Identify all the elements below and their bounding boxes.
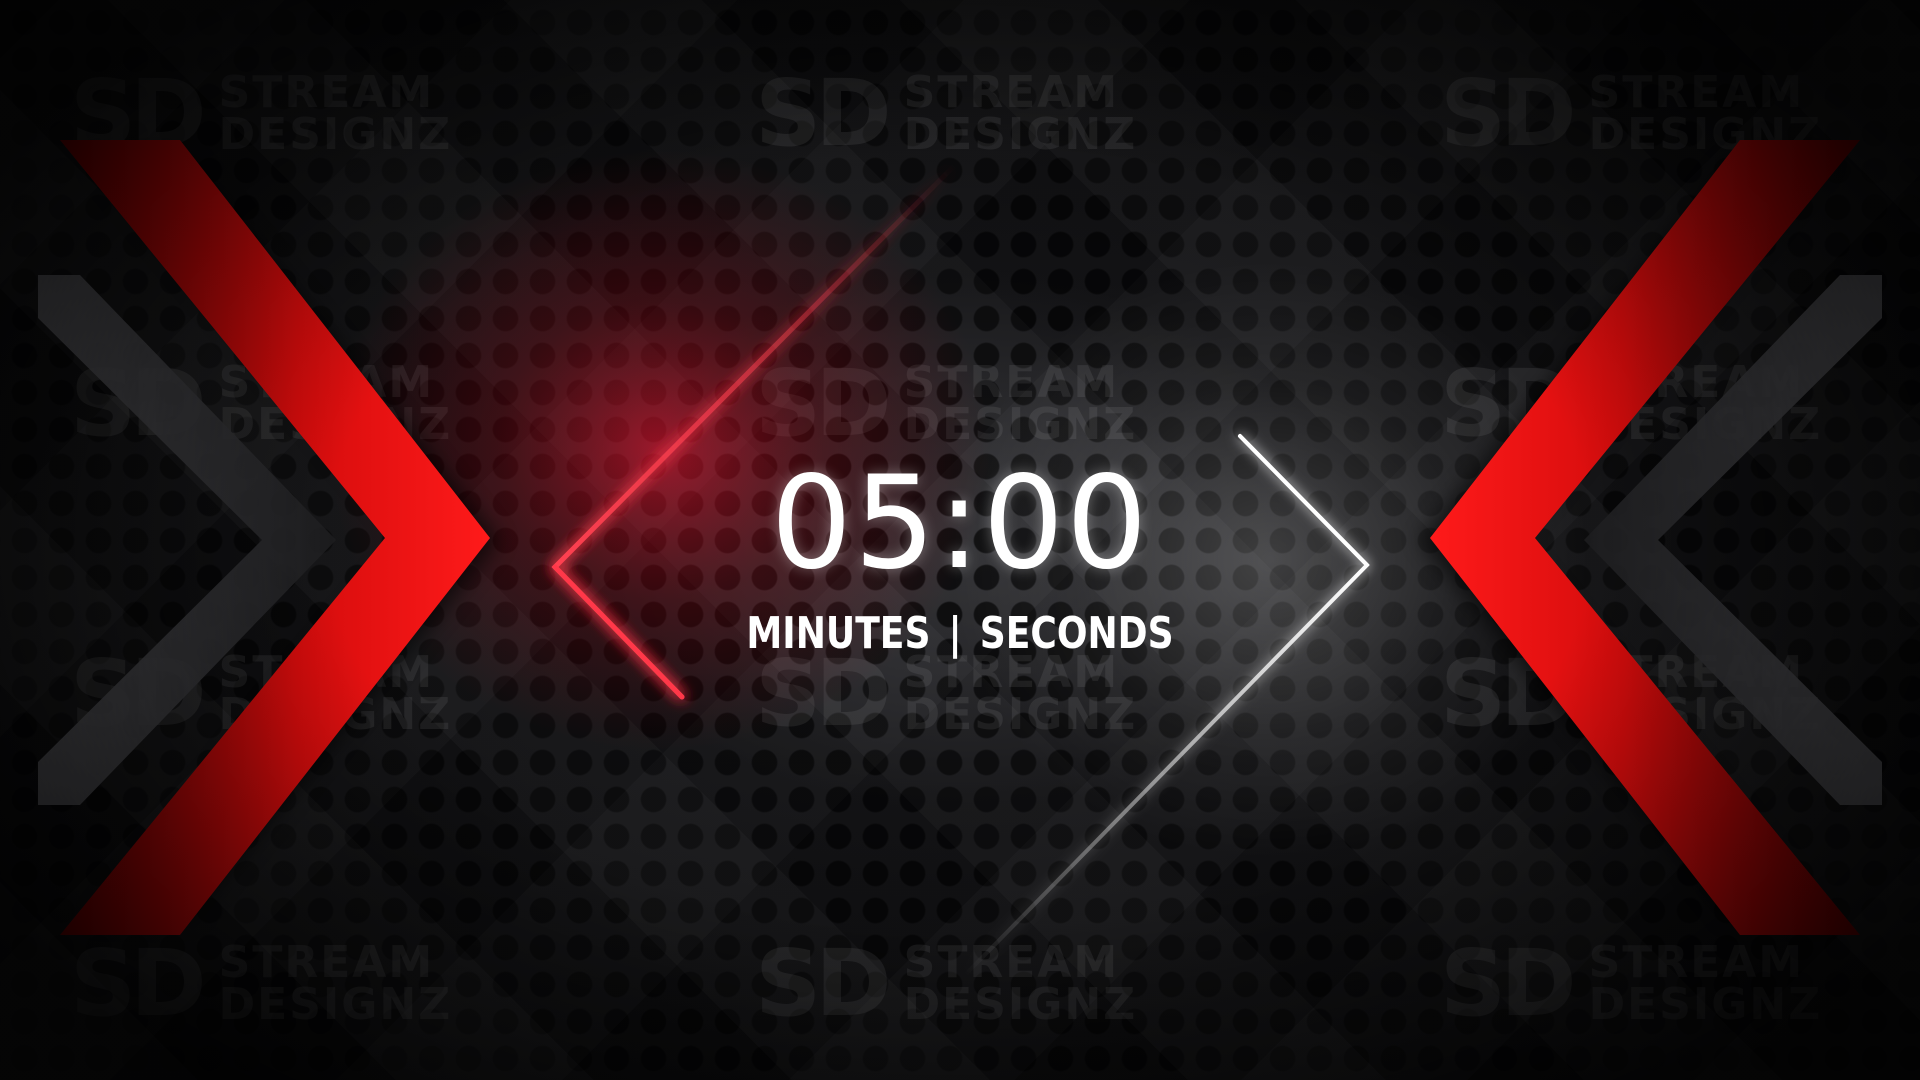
- seconds-label: SECONDS: [979, 608, 1174, 659]
- timer-value: 05:00: [770, 449, 1150, 598]
- timer-separator: |: [948, 608, 962, 659]
- minutes-label: MINUTES: [746, 608, 931, 659]
- stream-overlay-canvas: SD STREAMDESIGNZ SD STREAMDESIGNZ SD STR…: [0, 0, 1920, 1080]
- timer-labels: MINUTES | SECONDS: [714, 608, 1206, 659]
- countdown-timer: 05:00 MINUTES | SECONDS: [660, 449, 1260, 660]
